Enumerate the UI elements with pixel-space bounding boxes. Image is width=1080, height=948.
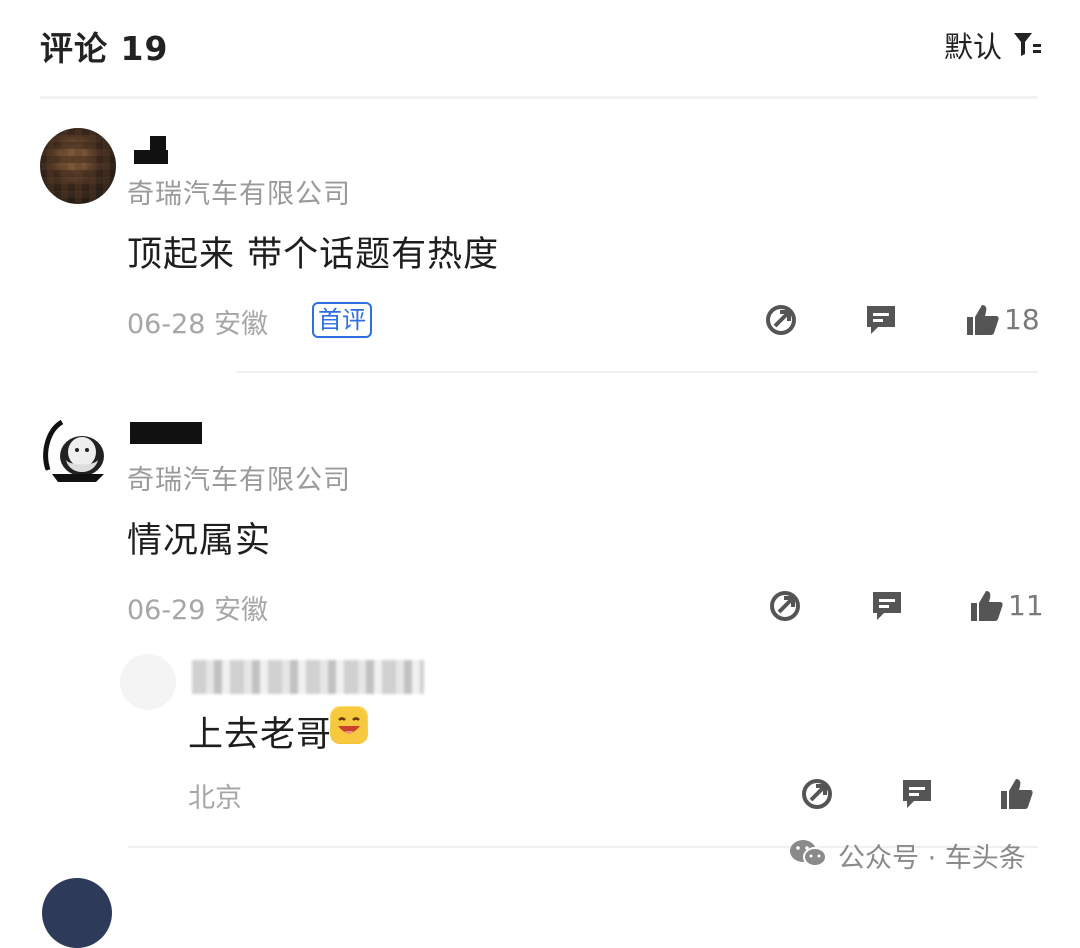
comment-divider — [236, 371, 1038, 373]
header-divider — [40, 96, 1038, 99]
user-company: 奇瑞汽车有限公司 — [127, 465, 351, 496]
reply-icon[interactable] — [864, 303, 898, 337]
redacted-username — [134, 150, 168, 164]
watermark-text: 公众号 · 车头条 — [838, 843, 1026, 874]
wechat-icon — [790, 840, 827, 867]
avatar-mosaic — [40, 128, 116, 204]
blurred-reply-username — [192, 660, 424, 694]
reply-icon[interactable] — [870, 589, 904, 623]
avatar[interactable] — [42, 878, 112, 948]
like-icon[interactable] — [966, 303, 1000, 337]
reply-avatar[interactable] — [120, 654, 176, 710]
sort-default-button[interactable]: 默认 — [944, 24, 1002, 66]
comment-text: 顶起来 带个话题有热度 — [127, 235, 500, 275]
reply-icon[interactable] — [900, 777, 934, 811]
comment-date-location: 06-28 安徽 — [127, 309, 269, 340]
like-icon[interactable] — [970, 589, 1004, 623]
filter-icon[interactable] — [1012, 30, 1042, 58]
comment-text: 情况属实 — [127, 521, 272, 561]
avatar[interactable] — [40, 412, 116, 488]
reply-text: 上去老哥 — [188, 715, 333, 755]
like-count: 11 — [1008, 589, 1044, 622]
share-icon[interactable] — [800, 777, 834, 811]
share-icon[interactable] — [768, 589, 802, 623]
comment-date-location: 06-29 安徽 — [127, 595, 269, 626]
redacted-username — [130, 422, 202, 444]
first-comment-badge: 首评 — [312, 302, 372, 338]
grin-emoji-icon — [330, 706, 368, 744]
comments-title: 评论 19 — [40, 29, 169, 68]
user-company: 奇瑞汽车有限公司 — [127, 179, 351, 210]
share-icon[interactable] — [764, 303, 798, 337]
like-icon[interactable] — [1000, 777, 1034, 811]
reply-location: 北京 — [188, 783, 242, 814]
like-count: 18 — [1004, 303, 1040, 336]
